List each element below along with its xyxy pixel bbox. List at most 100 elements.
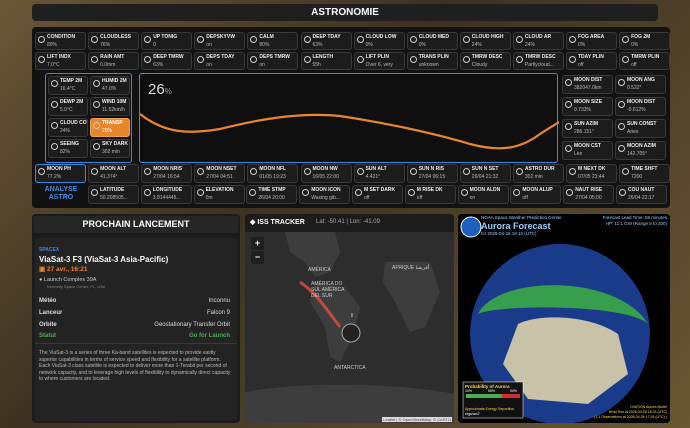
sensor-tile[interactable]: SUN ALT 4.421° [353, 164, 405, 183]
sensor-tile[interactable]: CLOUD HIGH 24% [459, 32, 511, 50]
sensor-tile[interactable]: MOON ICON Waxing gib... [299, 185, 351, 204]
tile-value: on [469, 195, 476, 201]
sensor-icon [409, 168, 417, 175]
sensor-tile[interactable]: MOON DIST 382047.0km [562, 75, 613, 94]
sensor-tile[interactable]: LENGTH 55h [300, 52, 352, 70]
sensor-tile[interactable]: M NEXT DK 07/05 23:44 [566, 164, 617, 183]
tile-label: TDAY PLIN [578, 54, 604, 60]
sensor-tile[interactable]: TMRW DESC Partlycloud... [512, 52, 564, 70]
tile-label: CLOUD LOW [365, 34, 397, 40]
sensor-tile[interactable]: MOON DIST -0.612% [615, 97, 666, 116]
sensor-tile[interactable]: TMRW DESC Cloudy [459, 52, 511, 70]
tile-value: 7200 [631, 174, 643, 180]
sensor-tile[interactable]: MOON NW 16/05 22:00 [300, 164, 352, 183]
noaa-logo [460, 216, 482, 238]
sensor-tile[interactable]: TDAY PLIN off [566, 52, 617, 70]
tile-label: DEPS TMRW [259, 54, 290, 60]
statut-value: Go for Launch [189, 333, 230, 339]
zoom-out-button[interactable]: − [251, 251, 264, 264]
analyse-astro-label[interactable]: ANALYSE ASTRO [39, 186, 83, 202]
sensor-tile[interactable]: FOG AREA 0% [566, 32, 617, 50]
map-attribution[interactable]: Leaflet | © OpenStreetMap, © CARTO [382, 417, 452, 422]
tile-value: 382047.0km [574, 85, 602, 91]
aurora-p50: 50% [488, 389, 496, 393]
sensor-tile[interactable]: CLOUDLESS 76% [88, 32, 140, 50]
sensor-tile[interactable]: TMRW PLIN off [619, 52, 671, 70]
sensor-tile[interactable]: MOON ALDN on [457, 185, 509, 204]
sensor-tile[interactable]: CLOUD AR 24% [512, 32, 564, 50]
tile-label: MOON ICON [311, 187, 341, 193]
sensor-tile[interactable]: MOON CST Leo [562, 141, 613, 160]
tile-value: 27/04 05:00 [575, 195, 602, 201]
zoom-in-button[interactable]: + [251, 237, 264, 250]
sensor-tile[interactable]: CONDITION 80% [35, 32, 86, 50]
sensor-tile[interactable]: UP TONIG 0 [141, 32, 193, 50]
sensor-tile[interactable]: SUN N SET 26/04 21:32 [459, 164, 511, 183]
sensor-tile[interactable]: MOON NFL 01/05 19:23 [247, 164, 299, 183]
iss-icon: ı [351, 311, 353, 319]
sensor-icon [196, 189, 204, 196]
sensor-tile[interactable]: COU NAUT 26/04 22:17 [616, 185, 667, 204]
tile-label: LIFT INDX [47, 54, 71, 60]
sensor-tile[interactable]: CLOUD LOW 0% [353, 32, 405, 50]
tile-label: ELEVATION [205, 187, 234, 193]
sensor-tile[interactable]: DEPSKYVW on [194, 32, 246, 50]
sensor-tile[interactable]: MOON ANG 0.522° [615, 75, 666, 94]
sensor-tile[interactable]: TRANS PLIN unknown [406, 52, 458, 70]
sensor-tile[interactable]: ASTRO DUR 302 min [512, 164, 564, 183]
tile-value: 76% [100, 42, 111, 48]
tile-value: 0m [205, 195, 213, 201]
sensor-icon [565, 123, 572, 130]
tile-value: -0.612% [627, 107, 646, 113]
sensor-tile[interactable]: LIFT INDX 7.0°C [35, 52, 86, 70]
sensor-tile[interactable]: CLOUD MED 0% [406, 32, 458, 50]
sensor-icon [622, 168, 630, 175]
tile-label: MOON PH [47, 166, 71, 172]
sensor-tile[interactable]: MOON ALUP off [510, 185, 562, 204]
sensor-tile[interactable]: M SET DARK off [352, 185, 403, 204]
land-africa [383, 262, 440, 332]
sensor-tile[interactable]: DEEP TMRW 63% [141, 52, 193, 70]
map-label-south-america: AMÉRICA DO SUL AMÉRICA DEL SUR [311, 281, 345, 299]
map-label-africa: AFRIQUE أفريقيا [392, 265, 430, 271]
sensor-tile[interactable]: TIME SHFT 7200 [619, 164, 671, 183]
tile-label: MOON NSET [206, 166, 237, 172]
sensor-tile[interactable]: ELEVATION 0m [193, 185, 245, 204]
sensor-tile[interactable]: LATITUDE 50.208505... [88, 185, 139, 204]
tile-label: M SET DARK [364, 187, 396, 193]
tile-value: off [631, 62, 637, 68]
sensor-tile[interactable]: FOG 2M 0% [619, 32, 671, 50]
sensor-tile[interactable]: SUN CONST Aries [615, 119, 666, 138]
tile-value: 55h [312, 62, 321, 68]
sensor-tile[interactable]: DEEP TDAY 63% [300, 32, 352, 50]
sensor-icon [409, 36, 417, 43]
sensor-tile[interactable]: MOON NSET 27/04 04:51 [194, 164, 246, 183]
sensor-icon [618, 101, 625, 108]
sensor-tile[interactable]: LIFT PLIN Over 6, very [353, 52, 405, 70]
iss-map[interactable] [245, 232, 454, 423]
tile-value: Partlycloud... [524, 62, 554, 68]
sensor-tile[interactable]: SUN AZIM 286.151° [562, 119, 613, 138]
sensor-tile[interactable]: DEPS TMRW on [247, 52, 299, 70]
sensor-tile[interactable]: M RISE DK off [404, 185, 456, 204]
sensor-tile[interactable]: MOON NRIS 27/04 16:54 [141, 164, 193, 183]
tile-label: MOON SIZE [574, 99, 603, 105]
sensor-icon [250, 56, 258, 63]
sensor-tile[interactable]: MOON ALT 41.374° [88, 164, 140, 183]
sensor-tile[interactable]: SUN N RIS 27/04 06:15 [406, 164, 458, 183]
sensor-icon [409, 56, 417, 63]
sensor-tile[interactable]: MOON SIZE 0.733% [562, 97, 613, 116]
sensor-tile[interactable]: NAUT RISE 27/04 05:00 [563, 185, 615, 204]
tile-label: TMRW PLIN [631, 54, 660, 60]
sensor-tile[interactable]: LONGITUDE 3.8144445... [140, 185, 192, 204]
tile-value: off [522, 195, 528, 201]
sensor-tile[interactable]: DEPS TDAY on [194, 52, 246, 70]
sensor-tile[interactable]: CALM 80% [247, 32, 299, 50]
sensor-icon [303, 168, 311, 175]
sensor-tile[interactable]: TIME STMP 26/04 20:00 [246, 185, 298, 204]
tile-value: 302 min [524, 174, 543, 180]
sensor-tile[interactable]: MOON PH 77.2% [35, 164, 86, 183]
sensor-icon [144, 168, 152, 175]
sensor-tile[interactable]: RAIN AMT 0.0mm [88, 52, 140, 70]
sensor-tile[interactable]: MOON AZIM 142.705° [615, 141, 666, 160]
